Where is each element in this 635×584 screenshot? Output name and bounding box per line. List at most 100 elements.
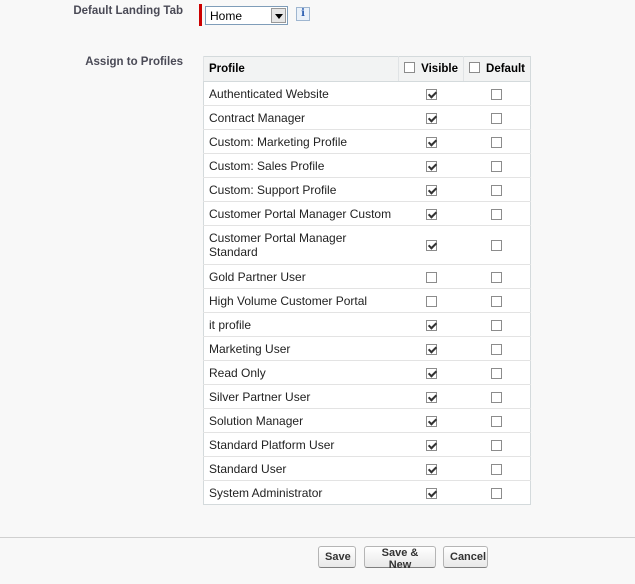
- visible-checkbox[interactable]: [425, 367, 437, 379]
- save-and-new-button[interactable]: Save & New: [364, 546, 436, 571]
- visible-checkbox[interactable]: [425, 439, 437, 451]
- profile-name: Contract Manager: [203, 105, 399, 130]
- select-all-default-checkbox[interactable]: [469, 62, 481, 74]
- table-row: System Administrator: [203, 480, 531, 505]
- visible-checkbox[interactable]: [425, 160, 437, 172]
- default-cell: [463, 432, 531, 457]
- visible-checkbox[interactable]: [425, 463, 437, 475]
- column-header-profile: Profile: [202, 56, 399, 82]
- save-button[interactable]: Save: [318, 546, 356, 568]
- cancel-button[interactable]: Cancel: [443, 546, 488, 568]
- visible-cell: [398, 312, 464, 337]
- landing-tab-select[interactable]: Home: [205, 6, 288, 25]
- profile-name: Gold Partner User: [203, 264, 399, 289]
- info-icon[interactable]: i: [296, 7, 310, 21]
- default-checkbox[interactable]: [491, 439, 503, 451]
- table-row: Standard Platform User: [203, 432, 531, 457]
- profiles-table: Profile Visible Default Authenticated We…: [202, 56, 531, 505]
- default-checkbox[interactable]: [491, 88, 503, 100]
- default-cell: [463, 288, 531, 313]
- table-row: Customer Portal Manager Standard: [203, 225, 531, 265]
- default-checkbox[interactable]: [491, 184, 503, 196]
- table-row: Contract Manager: [203, 105, 531, 130]
- profile-name: High Volume Customer Portal: [203, 288, 399, 313]
- default-checkbox[interactable]: [491, 487, 503, 499]
- visible-cell: [398, 456, 464, 481]
- default-checkbox[interactable]: [491, 391, 503, 403]
- default-cell: [463, 153, 531, 178]
- default-checkbox[interactable]: [491, 208, 503, 220]
- visible-checkbox[interactable]: [425, 112, 437, 124]
- visible-checkbox[interactable]: [425, 319, 437, 331]
- profile-name: Standard User: [203, 456, 399, 481]
- default-cell: [463, 480, 531, 505]
- default-cell: [463, 177, 531, 202]
- default-cell: [463, 105, 531, 130]
- visible-cell: [398, 336, 464, 361]
- default-checkbox[interactable]: [491, 415, 503, 427]
- default-checkbox[interactable]: [491, 112, 503, 124]
- visible-checkbox[interactable]: [425, 343, 437, 355]
- visible-checkbox[interactable]: [425, 487, 437, 499]
- visible-checkbox[interactable]: [425, 136, 437, 148]
- visible-checkbox[interactable]: [425, 240, 437, 252]
- visible-checkbox[interactable]: [425, 88, 437, 100]
- default-checkbox[interactable]: [491, 136, 503, 148]
- profile-name: Read Only: [203, 360, 399, 385]
- default-cell: [463, 408, 531, 433]
- table-row: Gold Partner User: [203, 264, 531, 289]
- profile-name: Custom: Sales Profile: [203, 153, 399, 178]
- default-cell: [463, 384, 531, 409]
- table-row: Authenticated Website: [203, 81, 531, 106]
- visible-cell: [398, 129, 464, 154]
- default-cell: [463, 312, 531, 337]
- table-row: Silver Partner User: [203, 384, 531, 409]
- default-checkbox[interactable]: [491, 295, 503, 307]
- table-row: Read Only: [203, 360, 531, 385]
- default-cell: [463, 264, 531, 289]
- default-checkbox[interactable]: [491, 343, 503, 355]
- default-checkbox[interactable]: [491, 367, 503, 379]
- default-cell: [463, 129, 531, 154]
- visible-checkbox[interactable]: [425, 295, 437, 307]
- visible-checkbox[interactable]: [425, 391, 437, 403]
- default-cell: [463, 201, 531, 226]
- table-header-row: Profile Visible Default: [202, 56, 531, 82]
- visible-cell: [398, 264, 464, 289]
- default-checkbox[interactable]: [491, 160, 503, 172]
- chevron-down-icon[interactable]: [271, 8, 286, 23]
- visible-cell: [398, 105, 464, 130]
- visible-cell: [398, 288, 464, 313]
- visible-cell: [398, 384, 464, 409]
- column-header-default-label: Default: [486, 63, 525, 75]
- table-row: Customer Portal Manager Custom: [203, 201, 531, 226]
- profile-name: Marketing User: [203, 336, 399, 361]
- profile-name: Authenticated Website: [203, 81, 399, 106]
- visible-checkbox[interactable]: [425, 415, 437, 427]
- profile-name: Solution Manager: [203, 408, 399, 433]
- column-header-default: Default: [463, 56, 531, 82]
- visible-cell: [398, 360, 464, 385]
- visible-checkbox[interactable]: [425, 208, 437, 220]
- default-cell: [463, 225, 531, 265]
- visible-cell: [398, 225, 464, 265]
- default-checkbox[interactable]: [491, 319, 503, 331]
- visible-cell: [398, 177, 464, 202]
- visible-cell: [398, 432, 464, 457]
- table-row: Standard User: [203, 456, 531, 481]
- default-checkbox[interactable]: [491, 271, 503, 283]
- select-all-visible-checkbox[interactable]: [404, 62, 416, 74]
- visible-cell: [398, 408, 464, 433]
- table-row: it profile: [203, 312, 531, 337]
- default-cell: [463, 456, 531, 481]
- visible-checkbox[interactable]: [425, 184, 437, 196]
- visible-cell: [398, 480, 464, 505]
- required-indicator: [199, 4, 202, 26]
- default-checkbox[interactable]: [491, 240, 503, 252]
- table-row: High Volume Customer Portal: [203, 288, 531, 313]
- visible-checkbox[interactable]: [425, 271, 437, 283]
- profile-name: Customer Portal Manager Custom: [203, 201, 399, 226]
- default-checkbox[interactable]: [491, 463, 503, 475]
- table-row: Custom: Marketing Profile: [203, 129, 531, 154]
- default-cell: [463, 360, 531, 385]
